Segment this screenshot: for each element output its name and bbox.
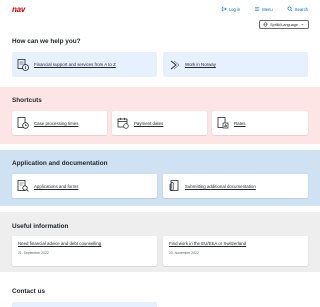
nav-logo[interactable]: nav [12,5,25,14]
search-label: Search [294,6,308,12]
menu-label: Menu [262,6,273,12]
application-forms-card[interactable]: Applications and forms [12,174,157,198]
paperclip-icon [169,180,179,191]
login-button[interactable]: Log in [221,6,240,12]
help-card-a-to-z[interactable]: Financial support and services from A to… [12,52,157,77]
useful-item-financial-advice-label: Need financial advice and debt counselli… [18,241,102,246]
contact-card-partial[interactable] [12,302,157,307]
useful-item-find-work-date: 20. November 2022 [169,251,199,255]
document-search-icon [17,180,29,192]
login-icon [221,6,227,12]
clock-document-icon [17,117,29,129]
useful-item-financial-advice-date: 21. September 2022 [18,251,49,255]
useful-section: Useful information Need financial advice… [0,212,320,272]
hamburger-icon [255,7,260,11]
language-select[interactable]: Språk/Language [259,20,309,29]
search-button[interactable]: Search [287,6,308,12]
useful-item-find-work-label: Find work in the EU/EEA or Switzerland [169,241,247,246]
application-title: Application and documentation [12,160,108,167]
help-card-work-in-norway[interactable]: Work in Norway [163,52,308,77]
arrow-right-icon [170,60,180,69]
site-header: nav Log in Menu Search [0,0,320,18]
useful-title: Useful information [12,223,69,230]
help-card-a-to-z-label: Financial support and services from A to… [34,62,116,67]
document-money-icon [17,58,29,71]
globe-icon [263,22,268,27]
calendar-icon [117,117,129,129]
useful-item-financial-advice[interactable]: Need financial advice and debt counselli… [12,236,157,266]
help-section: How can we help you? Financial support a… [0,30,320,82]
useful-item-find-work[interactable]: Find work in the EU/EEA or Switzerland 2… [163,236,308,266]
chevron-down-icon [301,23,304,26]
login-label: Log in [228,6,241,12]
submit-documentation-label: Submitting additional documentation [185,183,256,189]
header-nav: Log in Menu Search [221,6,308,12]
search-icon [287,6,293,12]
shortcut-case-processing[interactable]: Case processing times [12,111,107,135]
help-card-work-in-norway-label: Work in Norway [185,62,216,67]
shortcut-rates-label: Rates [234,120,246,126]
application-section: Application and documentation Applicatio… [0,150,320,206]
language-select-value: Språk/Language [270,22,298,27]
contact-title: Contact us [12,288,46,295]
application-forms-label: Applications and forms [34,183,79,189]
shortcuts-section: Shortcuts Case processing times Payment … [0,87,320,144]
shortcut-payment-dates[interactable]: Payment dates [112,111,207,135]
shortcut-rates[interactable]: Rates [212,111,308,135]
shortcut-case-processing-label: Case processing times [34,120,79,126]
language-row: Språk/Language [259,20,309,29]
help-title: How can we help you? [12,38,81,45]
shortcut-payment-dates-label: Payment dates [134,120,164,126]
shortcuts-title: Shortcuts [12,97,42,104]
menu-button[interactable]: Menu [254,6,273,12]
submit-documentation-card[interactable]: Submitting additional documentation [163,174,308,198]
bar-chart-document-icon [217,117,229,129]
